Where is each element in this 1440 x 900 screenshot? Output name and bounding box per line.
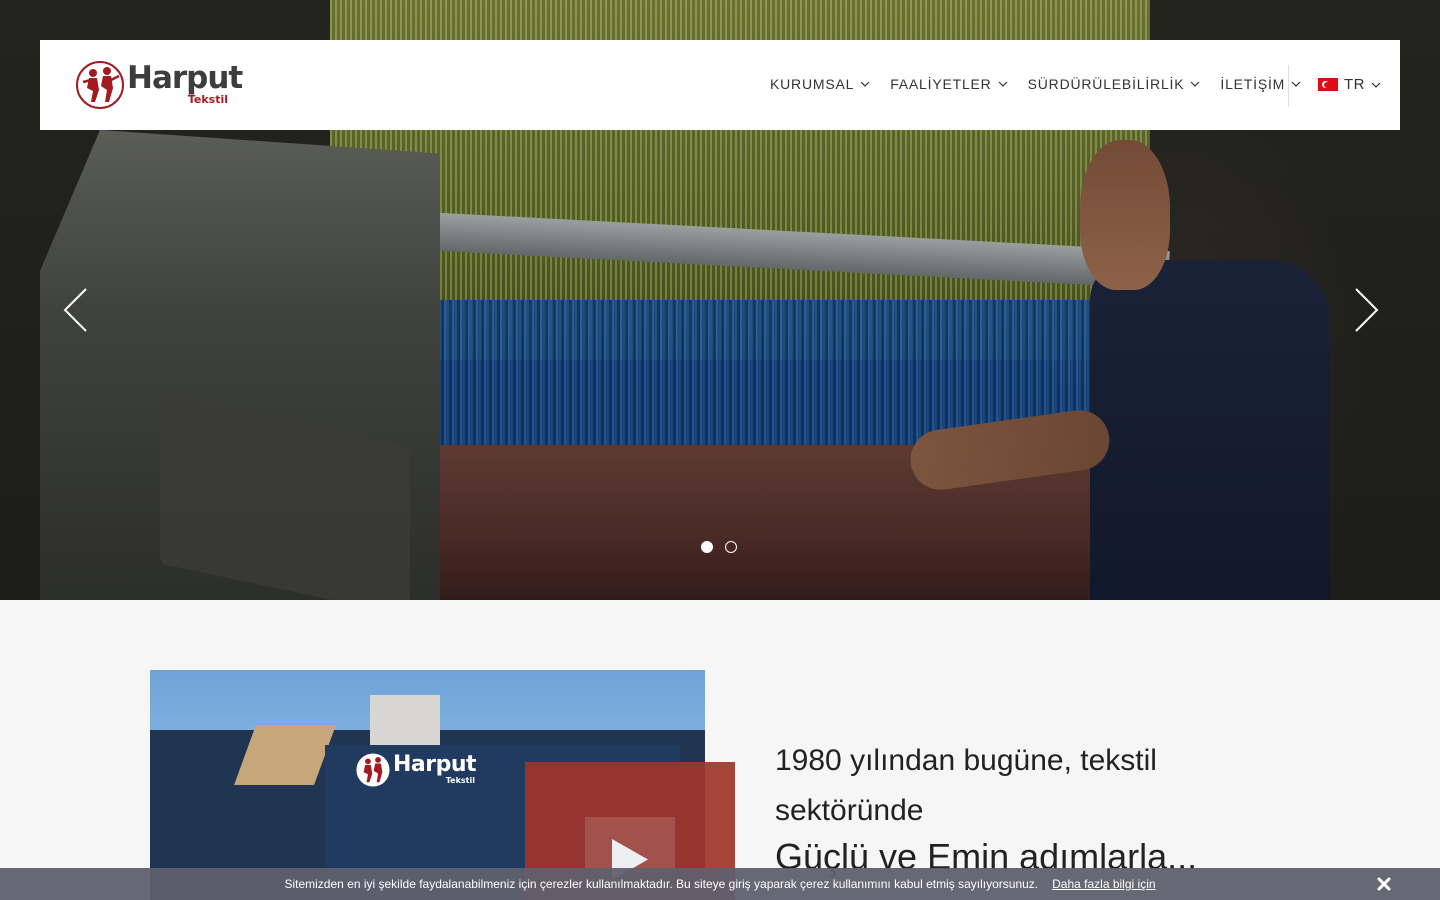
cookie-bar: Sitemizden en iyi şekilde faydalanabilme… — [0, 868, 1440, 900]
slider-prev-button[interactable] — [52, 285, 102, 335]
header-divider — [1288, 65, 1289, 107]
logo-dancers-icon — [356, 753, 390, 787]
chevron-right-icon — [1355, 288, 1379, 332]
chevron-down-icon — [1190, 81, 1200, 87]
main-nav: KURUMSAL FAALİYETLER SÜRDÜRÜLEBİLİRLİK İ… — [770, 76, 1301, 92]
site-logo[interactable]: Harput Tekstil — [75, 60, 243, 110]
turkey-flag-icon — [1318, 78, 1338, 91]
chevron-left-icon — [63, 288, 87, 332]
language-selector[interactable]: TR — [1318, 76, 1381, 93]
chevron-down-icon — [1371, 82, 1381, 88]
nav-item-kurumsal[interactable]: KURUMSAL — [770, 76, 870, 92]
slider-next-button[interactable] — [1340, 285, 1390, 335]
logo-subtitle: Tekstil — [187, 93, 228, 106]
nav-item-faaliyetler[interactable]: FAALİYETLER — [890, 76, 1008, 92]
nav-item-label: FAALİYETLER — [890, 76, 992, 92]
logo-wordmark: Harput — [127, 60, 243, 96]
slider-pagination — [701, 541, 737, 553]
site-header: Harput Tekstil KURUMSAL FAALİYETLER SÜRD… — [40, 40, 1400, 130]
logo-dancers-icon — [76, 61, 124, 109]
about-tagline: 1980 yılından bugüne, tekstil sektöründe — [775, 744, 1157, 827]
nav-item-label: İLETİŞİM — [1220, 76, 1286, 92]
chevron-down-icon — [1291, 81, 1301, 87]
chevron-down-icon — [860, 81, 870, 87]
nav-item-iletisim[interactable]: İLETİŞİM — [1220, 76, 1301, 92]
nav-item-surdurulebilirlik[interactable]: SÜRDÜRÜLEBİLİRLİK — [1028, 76, 1201, 92]
close-x-icon[interactable] — [1376, 876, 1392, 892]
nav-item-label: SÜRDÜRÜLEBİLİRLİK — [1027, 76, 1185, 92]
nav-item-label: KURUMSAL — [770, 76, 855, 92]
chevron-down-icon — [998, 81, 1008, 87]
language-label: TR — [1344, 76, 1365, 93]
cookie-message: Sitemizden en iyi şekilde faydalanabilme… — [284, 877, 1039, 891]
slider-dot-1[interactable] — [701, 541, 713, 553]
slider-dot-2[interactable] — [725, 541, 737, 553]
building-sign: Harput Tekstil — [355, 752, 483, 788]
cookie-more-info-link[interactable]: Daha fazla bilgi için — [1052, 877, 1155, 891]
